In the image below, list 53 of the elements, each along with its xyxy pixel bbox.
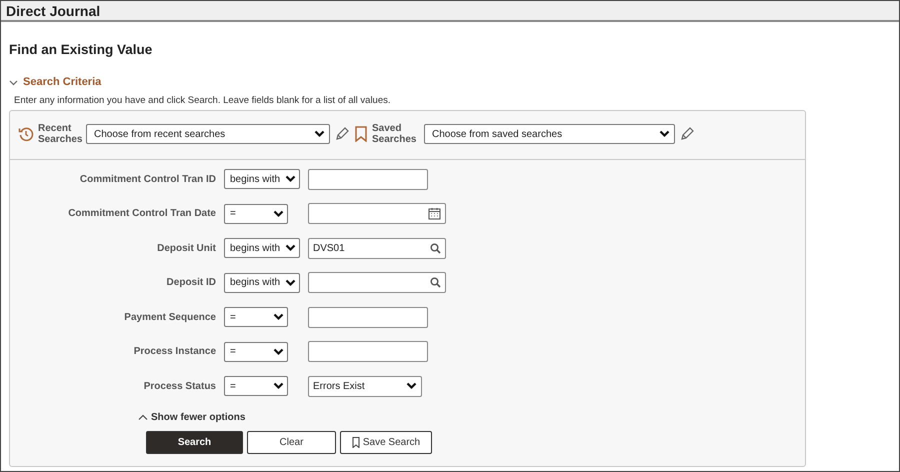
caret-icon bbox=[285, 175, 296, 184]
operator-dropdown[interactable]: begins with bbox=[224, 272, 300, 293]
caret-icon bbox=[285, 244, 296, 252]
history-icon bbox=[18, 126, 34, 142]
field-label: Payment Sequence bbox=[123, 310, 217, 325]
search-icon[interactable] bbox=[430, 242, 441, 254]
operator-dropdown[interactable]: begins with bbox=[224, 238, 300, 258]
show-fewer-options-toggle[interactable]: Show fewer options bbox=[138, 410, 246, 424]
chevron-icon bbox=[9, 80, 18, 86]
page-title: Find an Existing Value bbox=[9, 41, 154, 59]
chevron-icon bbox=[138, 414, 148, 420]
caret-icon bbox=[273, 382, 284, 390]
field-label: Commitment Control Tran ID bbox=[78, 172, 217, 187]
operator-dropdown[interactable]: = bbox=[224, 376, 288, 396]
lookup-field[interactable] bbox=[308, 272, 446, 294]
caret-icon bbox=[273, 210, 284, 218]
field-label: Process Status bbox=[142, 380, 217, 394]
saved-searches-dropdown[interactable]: Choose from saved searches bbox=[424, 124, 675, 144]
caret-icon bbox=[659, 130, 670, 138]
operator-dropdown[interactable]: = bbox=[224, 342, 288, 362]
clear-button[interactable]: Clear bbox=[247, 430, 336, 454]
caret-icon bbox=[273, 348, 284, 356]
window-title: Direct Journal bbox=[1, 1, 899, 22]
bookmark-icon bbox=[354, 126, 368, 142]
date-field[interactable] bbox=[308, 203, 446, 224]
field-label: Commitment Control Tran Date bbox=[67, 207, 217, 222]
input-field[interactable] bbox=[308, 341, 428, 362]
field-label: Deposit Unit bbox=[156, 242, 217, 256]
lookup-field[interactable]: DVS01 bbox=[308, 238, 446, 259]
pencil-icon[interactable] bbox=[334, 126, 350, 142]
caret-icon bbox=[406, 382, 417, 390]
operator-dropdown[interactable]: = bbox=[224, 307, 288, 328]
calendar-icon[interactable] bbox=[428, 207, 441, 220]
caret-icon bbox=[273, 313, 284, 322]
operator-dropdown[interactable]: = bbox=[224, 204, 288, 224]
recent-searches-dropdown[interactable]: Choose from recent searches bbox=[86, 124, 330, 144]
input-field[interactable] bbox=[308, 168, 428, 190]
instruction-text: Enter any information you have and click Search. Leave fields blank for a list of all values. bbox=[14, 94, 392, 108]
saved-searches-label: Saved Searches bbox=[372, 123, 418, 145]
caret-icon bbox=[285, 278, 296, 287]
section-toggle[interactable]: Search Criteria bbox=[9, 74, 102, 91]
search-icon[interactable] bbox=[430, 277, 441, 288]
field-label: Process Instance bbox=[132, 345, 217, 360]
bookmark-icon bbox=[352, 436, 360, 448]
caret-icon bbox=[314, 130, 325, 138]
operator-dropdown[interactable]: begins with bbox=[224, 169, 300, 190]
save-search-button[interactable]: Save Search bbox=[340, 430, 432, 454]
recent-searches-label: Recent Searches bbox=[38, 123, 82, 145]
status-dropdown[interactable]: Errors Exist bbox=[308, 376, 422, 397]
input-field[interactable] bbox=[308, 306, 428, 328]
pencil-icon[interactable] bbox=[679, 126, 695, 142]
field-label: Deposit ID bbox=[166, 276, 217, 290]
search-button[interactable]: Search bbox=[146, 430, 243, 454]
